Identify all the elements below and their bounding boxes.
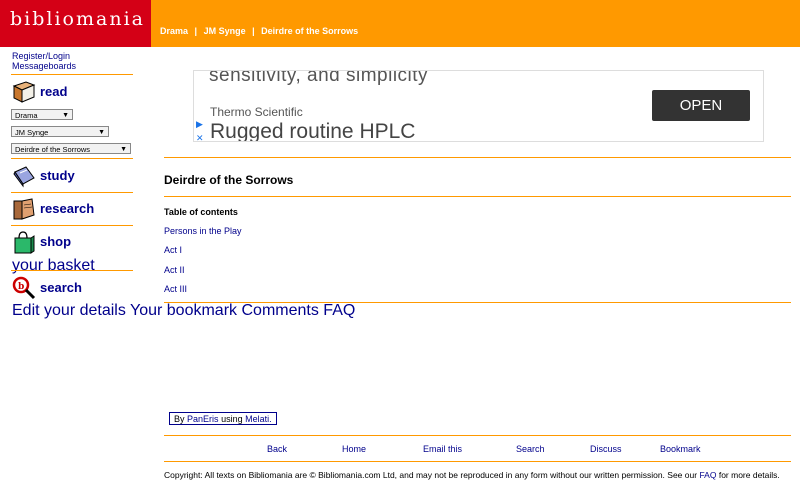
bibliomania-logo[interactable]: bibliomania	[0, 0, 151, 47]
breadcrumb-title[interactable]: Deirdre of the Sorrows	[261, 26, 358, 36]
sidebar-divider	[11, 192, 133, 193]
author-select[interactable]: JM Synge ▼	[11, 126, 109, 137]
ad-open-button[interactable]: OPEN	[652, 90, 750, 121]
breadcrumb: Drama | JM Synge | Deirdre of the Sorrow…	[160, 26, 358, 36]
credit-box: By PanEris using Melati.	[169, 412, 277, 425]
book-icon[interactable]	[12, 80, 36, 104]
page-title: Deirdre of the Sorrows	[164, 173, 294, 187]
footer-divider	[164, 435, 791, 436]
ad-headline: Rugged routine HPLC	[210, 120, 416, 142]
breadcrumb-drama[interactable]: Drama	[160, 26, 188, 36]
title-select[interactable]: Deirdre of the Sorrows ▼	[11, 143, 131, 154]
logo-text: bibliomania	[10, 8, 145, 30]
shop-link[interactable]: shop	[40, 234, 71, 249]
genre-select-value: Drama	[15, 111, 38, 120]
messageboards-link[interactable]: Messageboards	[12, 61, 76, 71]
books-icon[interactable]	[12, 197, 36, 221]
your-basket-link[interactable]: your basket	[12, 257, 95, 275]
magnifier-icon[interactable]: b	[12, 276, 36, 300]
discuss-link[interactable]: Discuss	[590, 444, 622, 454]
content-divider	[164, 302, 791, 303]
genre-select[interactable]: Drama ▼	[11, 109, 73, 120]
read-link[interactable]: read	[40, 84, 67, 99]
toc-item-act-2[interactable]: Act II	[164, 265, 185, 275]
ad-close-icon[interactable]: ✕	[196, 131, 204, 141]
breadcrumb-separator: |	[252, 26, 255, 36]
study-link[interactable]: study	[40, 168, 75, 183]
dropdown-arrow-icon: ▼	[120, 146, 127, 153]
copyright: Copyright: All texts on Bibliomania are …	[164, 470, 780, 480]
faq-link[interactable]: FAQ	[323, 302, 355, 319]
sidebar-divider	[11, 225, 133, 226]
breadcrumb-separator: |	[194, 26, 198, 36]
account-links: Edit your details Your bookmark Comments…	[12, 302, 355, 320]
content-divider	[164, 196, 791, 197]
back-link[interactable]: Back	[267, 444, 287, 454]
email-this-link[interactable]: Email this	[423, 444, 462, 454]
notebook-icon[interactable]	[12, 164, 36, 188]
home-link[interactable]: Home	[342, 444, 366, 454]
top-bar: Drama | JM Synge | Deirdre of the Sorrow…	[151, 0, 800, 47]
credit-by: By	[174, 414, 185, 424]
sidebar-divider	[11, 74, 133, 75]
copyright-text: Copyright: All texts on Bibliomania are …	[164, 470, 698, 480]
toc-heading: Table of contents	[164, 207, 238, 217]
toc-item-act-1[interactable]: Act I	[164, 245, 182, 255]
author-select-value: JM Synge	[15, 128, 49, 137]
breadcrumb-author[interactable]: JM Synge	[204, 26, 246, 36]
sidebar-divider	[11, 270, 133, 271]
dropdown-arrow-icon: ▼	[98, 129, 105, 136]
copyright-faq-link[interactable]: FAQ	[699, 470, 716, 480]
ad-choices[interactable]: ▶ ✕	[196, 117, 204, 141]
toc-item-persons[interactable]: Persons in the Play	[164, 226, 242, 236]
ad-brand: Thermo Scientific	[210, 105, 303, 119]
research-link[interactable]: research	[40, 201, 94, 216]
svg-text:b: b	[18, 282, 24, 292]
ad-play-icon[interactable]: ▶	[196, 117, 204, 131]
your-bookmark-link[interactable]: Your bookmark	[130, 302, 237, 319]
footer-divider	[164, 461, 791, 462]
comments-link[interactable]: Comments	[241, 302, 318, 319]
title-select-value: Deirdre of the Sorrows	[15, 145, 91, 154]
footer-search-link[interactable]: Search	[516, 444, 545, 454]
copyright-text-end: for more details.	[718, 470, 780, 480]
credit-using: using	[221, 414, 243, 424]
edit-details-link[interactable]: Edit your details	[12, 302, 126, 319]
ad-banner[interactable]: sensitivity, and simplicity Thermo Scien…	[193, 70, 764, 142]
content-divider	[164, 157, 791, 158]
melati-link[interactable]: Melati.	[245, 414, 272, 424]
bookmark-link[interactable]: Bookmark	[660, 444, 701, 454]
dropdown-arrow-icon: ▼	[62, 112, 69, 119]
paneris-link[interactable]: PanEris	[187, 414, 219, 424]
search-link[interactable]: search	[40, 280, 82, 295]
toc-item-act-3[interactable]: Act III	[164, 284, 187, 294]
register-login-link[interactable]: Register/Login	[12, 51, 76, 61]
ad-top-text: sensitivity, and simplicity	[209, 70, 429, 86]
shopping-bag-icon[interactable]	[12, 230, 36, 254]
sidebar-divider	[11, 158, 133, 159]
